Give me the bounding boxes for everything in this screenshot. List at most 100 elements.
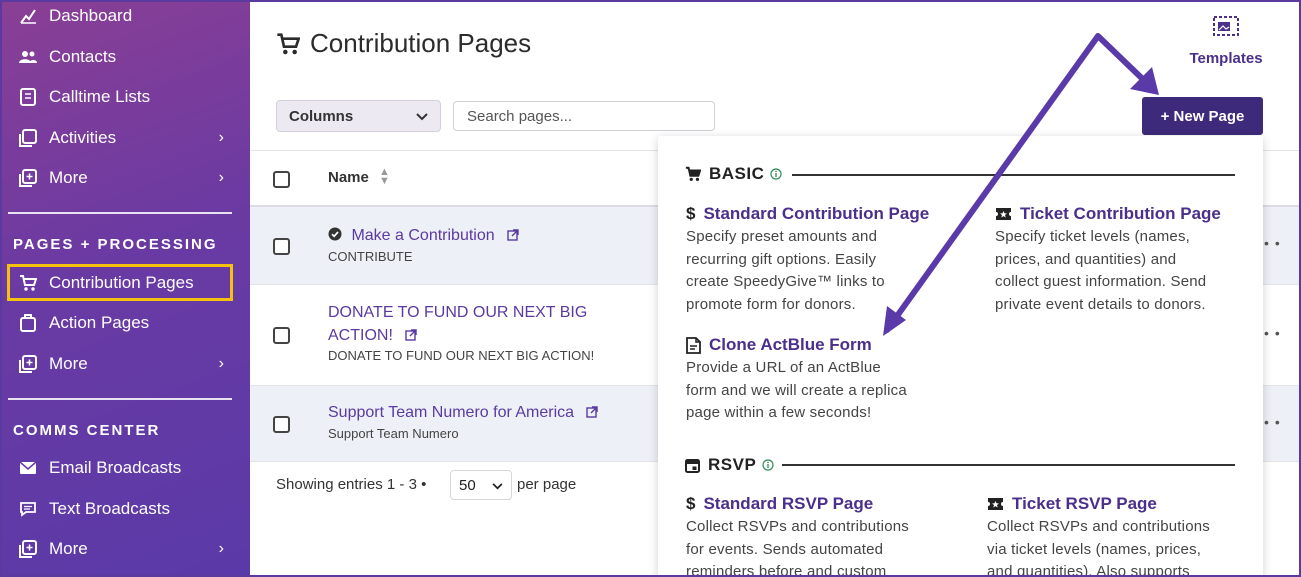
sidebar-item-text-broadcasts[interactable]: Text Broadcasts [18,496,232,522]
option-description: Provide a URL of an ActBlue form and we … [686,359,907,421]
row-subtitle: DONATE TO FUND OUR NEXT BIG ACTION! [328,348,595,363]
document-icon [686,336,701,354]
cart-icon [18,273,38,293]
plus-box-icon [18,539,38,559]
option-standard-rsvp-page[interactable]: $ Standard RSVP Page Collect RSVPs and c… [686,494,956,577]
row-checkbox[interactable] [273,416,290,433]
sidebar-item-comms-more[interactable]: More › [18,536,232,562]
sidebar-item-action-pages[interactable]: Action Pages [18,310,232,336]
ticket-icon [995,207,1012,221]
option-title: Ticket Contribution Page [1020,204,1221,223]
cart-icon [685,166,701,182]
sidebar-item-contribution-pages[interactable]: Contribution Pages [18,270,232,296]
sidebar-item-label: More [49,168,88,187]
sidebar-item-label: Activities [49,128,117,147]
per-page-label: per page [517,476,577,493]
sidebar-item-label: More [49,539,88,558]
sidebar-divider [8,398,232,400]
option-description: Specify ticket levels (names, prices, an… [995,228,1207,313]
sidebar-item-label: Text Broadcasts [49,499,170,518]
option-ticket-rsvp-page[interactable]: Ticket RSVP Page Collect RSVPs and contr… [987,494,1257,577]
chevron-down-icon [416,108,428,125]
section-title-pages: PAGES + PROCESSING [13,236,218,253]
showing-entries-text: Showing entries 1 - 3 • [276,476,427,493]
templates-label: Templates [1189,50,1263,67]
row-title-link[interactable]: Make a Contribution [328,224,519,248]
columns-label: Columns [289,107,354,125]
option-title: Clone ActBlue Form [709,335,872,354]
info-icon[interactable] [770,168,783,180]
verified-icon [328,225,342,248]
option-description: Collect RSVPs and contributions via tick… [987,518,1210,577]
new-page-button[interactable]: + New Page [1142,97,1263,135]
row-title: Make a Contribution [351,227,495,244]
calltime-icon [18,87,38,107]
row-checkbox[interactable] [273,327,290,344]
dollar-icon: $ [686,204,696,223]
sidebar: Dashboard Contacts Calltime Lists Activi… [0,0,250,577]
new-page-dropdown: BASIC $ Standard Contribution Page Speci… [658,136,1263,577]
row-subtitle: Support Team Numero [328,426,459,441]
sidebar-item-label: Dashboard [49,6,133,25]
chat-icon [18,499,38,519]
sidebar-item-label: Contacts [49,47,117,66]
chevron-down-icon [492,477,503,494]
select-all-checkbox[interactable] [273,171,290,188]
row-title-link[interactable]: Support Team Numero for America [328,401,599,425]
per-page-value: 50 [459,476,476,494]
sidebar-item-activities[interactable]: Activities › [18,125,232,151]
basic-section-title: BASIC [685,164,783,184]
row-actions-icon[interactable]: •• [1264,414,1286,430]
row-actions-icon[interactable]: •• [1264,325,1286,341]
activities-icon [18,128,38,148]
per-page-select[interactable]: 50 [450,470,512,500]
sidebar-item-label: More [49,354,88,373]
sidebar-item-label: Calltime Lists [49,87,151,106]
row-title-line2: ACTION! [328,327,393,344]
basic-section-label: BASIC [709,164,765,183]
row-subtitle: CONTRIBUTE [328,249,413,264]
external-link-icon[interactable] [586,402,599,425]
external-link-icon[interactable] [405,325,418,348]
plus-box-icon [18,168,38,188]
sidebar-item-label: Email Broadcasts [49,458,182,477]
search-input[interactable] [453,101,715,131]
sidebar-item-calltime-lists[interactable]: Calltime Lists [18,84,232,110]
row-actions-icon[interactable]: •• [1264,235,1286,251]
sidebar-item-pages-more[interactable]: More › [18,351,232,377]
chevron-right-icon: › [218,355,224,372]
row-title-link[interactable]: DONATE TO FUND OUR NEXT BIG ACTION! [328,301,587,348]
chevron-right-icon: › [218,169,224,186]
option-ticket-contribution-page[interactable]: Ticket Contribution Page Specify ticket … [995,204,1265,316]
email-icon [18,458,38,478]
option-clone-actblue-form[interactable]: Clone ActBlue Form Provide a URL of an A… [686,335,956,425]
external-link-icon[interactable] [507,225,519,248]
ticket-icon [987,497,1004,511]
templates-button[interactable]: Templates [1176,16,1276,67]
dashboard-icon [18,6,38,26]
sidebar-divider [8,212,232,214]
section-divider [782,464,1235,466]
sidebar-item-more[interactable]: More › [18,165,232,191]
section-divider [792,174,1235,176]
cart-icon [276,32,300,56]
columns-dropdown[interactable]: Columns [276,100,441,132]
templates-icon [1213,16,1239,40]
chevron-right-icon: › [218,129,224,146]
sidebar-item-label: Action Pages [49,313,150,332]
contacts-icon [18,47,38,67]
sidebar-item-dashboard[interactable]: Dashboard [18,3,232,29]
page-title-text: Contribution Pages [310,28,532,58]
info-icon[interactable] [762,459,774,471]
section-title-comms: COMMS CENTER [13,422,161,439]
name-column-header[interactable]: Name [328,169,369,186]
option-title: Ticket RSVP Page [1012,494,1157,513]
row-title: Support Team Numero for America [328,404,575,421]
sidebar-item-email-broadcasts[interactable]: Email Broadcasts [18,455,232,481]
chevron-right-icon: › [218,540,224,557]
rsvp-section-title: RSVP [685,455,774,475]
sort-icon[interactable]: ▲ ▼ [379,167,390,187]
sidebar-item-contacts[interactable]: Contacts [18,44,232,70]
row-checkbox[interactable] [273,238,290,255]
option-standard-contribution-page[interactable]: $ Standard Contribution Page Specify pre… [686,204,956,316]
